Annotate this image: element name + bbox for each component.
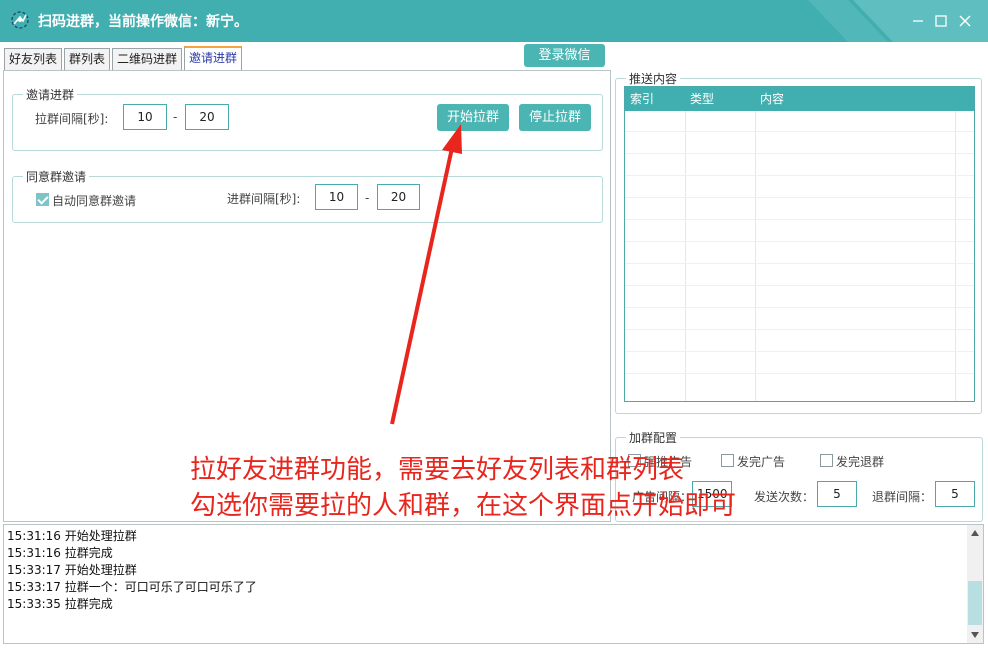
column-header-type[interactable]: 类型 — [685, 87, 755, 111]
minimize-icon — [913, 20, 923, 22]
leave-interval-input[interactable]: 5 — [935, 481, 975, 507]
tab-friend-list[interactable]: 好友列表 — [4, 48, 63, 70]
login-wechat-button[interactable]: 登录微信 — [524, 44, 605, 67]
push-content-table[interactable]: 索引 类型 内容 — [624, 86, 975, 402]
log-lines: 15:31:16 开始处理拉群 15:31:16 拉群完成 15:33:17 开… — [7, 528, 257, 613]
auto-accept-label: 自动同意群邀请 — [52, 194, 137, 208]
log-line: 15:33:17 拉群一个：可口可乐了可口可乐了了 — [7, 580, 257, 594]
pull-interval-max-input[interactable]: 20 — [185, 104, 229, 130]
pull-interval-separator: - — [173, 110, 178, 124]
log-line: 15:33:17 开始处理拉群 — [7, 563, 137, 577]
minimize-button[interactable] — [910, 13, 926, 29]
after-ad-label: 发完广告 — [737, 455, 786, 469]
scroll-down-button[interactable] — [967, 627, 983, 643]
leave-interval-label: 退群间隔： — [872, 490, 933, 504]
column-header-index[interactable]: 索引 — [625, 87, 685, 111]
annotation-line-1: 拉好友进群功能，需要去好友列表和群列表 — [190, 455, 685, 485]
accept-invite-title: 同意群邀请 — [23, 168, 90, 185]
title-bar: 扫码进群，当前操作微信：新宁。 — [0, 0, 988, 42]
caret-up-icon — [971, 530, 979, 536]
tab-qrcode-join[interactable]: 二维码进群 — [112, 48, 183, 70]
log-line: 15:31:16 开始处理拉群 — [7, 529, 137, 543]
auto-accept-checkbox[interactable] — [36, 193, 49, 206]
log-line: 15:33:35 拉群完成 — [7, 597, 113, 611]
start-pull-button[interactable]: 开始拉群 — [437, 104, 509, 131]
tab-strip: 好友列表 群列表 二维码进群 邀请进群 — [4, 46, 244, 71]
add-group-config-title: 加群配置 — [626, 429, 681, 446]
leave-after-send-checkbox[interactable] — [820, 454, 833, 467]
push-table-body — [625, 111, 974, 401]
caret-down-icon — [971, 632, 979, 638]
log-scrollbar[interactable] — [967, 525, 983, 643]
column-header-content[interactable]: 内容 — [755, 87, 955, 111]
annotation-line-2: 勾选你需要拉的人和群，在这个界面点开始即可 — [190, 491, 737, 521]
log-panel[interactable]: 15:31:16 开始处理拉群 15:31:16 拉群完成 15:33:17 开… — [3, 524, 984, 644]
join-interval-separator: - — [365, 191, 370, 205]
pull-interval-min-input[interactable]: 10 — [123, 104, 167, 130]
join-interval-max-input[interactable]: 20 — [377, 184, 420, 210]
push-table-header: 索引 类型 内容 — [625, 87, 974, 111]
send-count-label: 发送次数： — [754, 490, 815, 504]
tab-group-list[interactable]: 群列表 — [64, 48, 111, 70]
scroll-up-button[interactable] — [967, 525, 983, 541]
maximize-button[interactable] — [933, 13, 949, 29]
app-logo-icon — [11, 11, 29, 29]
after-ad-checkbox[interactable] — [721, 454, 734, 467]
send-count-input[interactable]: 5 — [817, 481, 857, 507]
invite-group-title: 邀请进群 — [23, 86, 78, 103]
join-interval-min-input[interactable]: 10 — [315, 184, 358, 210]
close-button[interactable] — [957, 13, 973, 29]
maximize-icon — [935, 15, 947, 27]
tab-invite-join[interactable]: 邀请进群 — [184, 46, 243, 71]
window-title: 扫码进群，当前操作微信：新宁。 — [38, 14, 248, 30]
leave-after-send-label: 发完退群 — [836, 455, 885, 469]
pull-interval-label: 拉群间隔[秒]: — [35, 112, 109, 126]
push-content-title: 推送内容 — [626, 70, 681, 87]
scroll-thumb[interactable] — [968, 581, 982, 625]
close-icon — [959, 15, 971, 27]
stop-pull-button[interactable]: 停止拉群 — [519, 104, 591, 131]
join-interval-label: 进群间隔[秒]: — [227, 192, 301, 206]
log-line: 15:31:16 拉群完成 — [7, 546, 113, 560]
